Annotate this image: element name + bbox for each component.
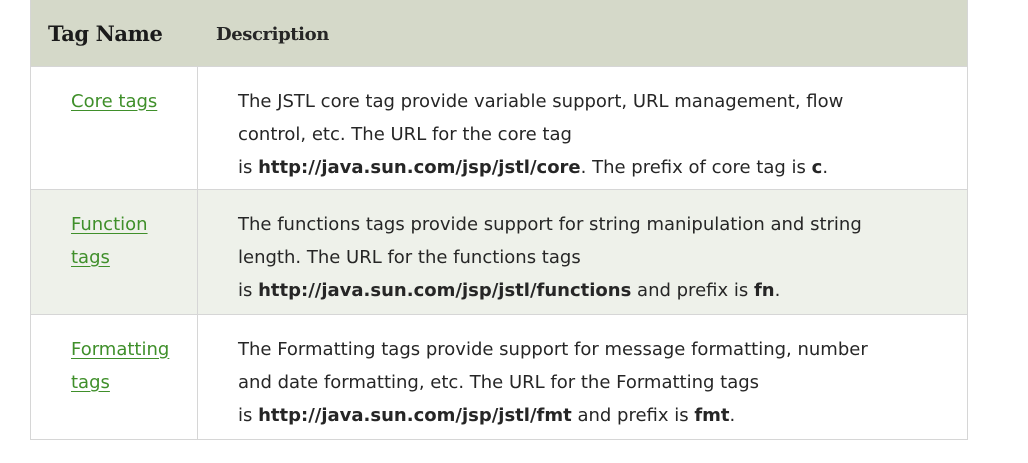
table-header-row: Tag Name Description (31, 0, 967, 66)
description-line: The functions tags provide support for s… (238, 214, 862, 235)
column-divider (197, 66, 198, 439)
description-line: The JSTL core tag provide variable suppo… (238, 91, 844, 112)
description-line: and date formatting, etc. The URL for th… (238, 372, 760, 393)
core-tags-link[interactable]: Core tags (71, 85, 189, 118)
table-row: Function tags The functions tags provide… (31, 189, 967, 314)
description-text: and prefix is (631, 280, 754, 301)
description-text: is (238, 157, 259, 178)
prefix-text: c (811, 157, 823, 178)
table-row: Core tags The JSTL core tag provide vari… (31, 66, 967, 189)
description-text: and prefix is (571, 405, 695, 426)
url-text: http://java.sun.com/jsp/jstl/functions (258, 280, 632, 301)
jstl-tags-table: Tag Name Description Core tags The JSTL … (30, 0, 968, 440)
description-line: control, etc. The URL for the core tag (238, 124, 572, 145)
function-tags-link[interactable]: Function tags (71, 208, 189, 274)
row-description: The JSTL core tag provide variable suppo… (238, 85, 938, 184)
prefix-text: fmt (694, 405, 730, 426)
header-tag-name: Tag Name (48, 21, 163, 46)
description-text: . (822, 157, 829, 178)
description-line: The Formatting tags provide support for … (238, 339, 868, 360)
description-text: is (238, 405, 259, 426)
description-text: . (729, 405, 736, 426)
description-line: length. The URL for the functions tags (238, 247, 581, 268)
url-text: http://java.sun.com/jsp/jstl/core (258, 157, 581, 178)
url-text: http://java.sun.com/jsp/jstl/fmt (258, 405, 572, 426)
description-text: is (238, 280, 259, 301)
table-row: Formatting tags The Formatting tags prov… (31, 314, 967, 439)
description-text: . The prefix of core tag is (580, 157, 812, 178)
formatting-tags-link[interactable]: Formatting tags (71, 333, 189, 399)
description-text: . (774, 280, 781, 301)
prefix-text: fn (753, 280, 775, 301)
header-description: Description (216, 24, 329, 45)
row-description: The Formatting tags provide support for … (238, 333, 938, 432)
row-description: The functions tags provide support for s… (238, 208, 938, 307)
